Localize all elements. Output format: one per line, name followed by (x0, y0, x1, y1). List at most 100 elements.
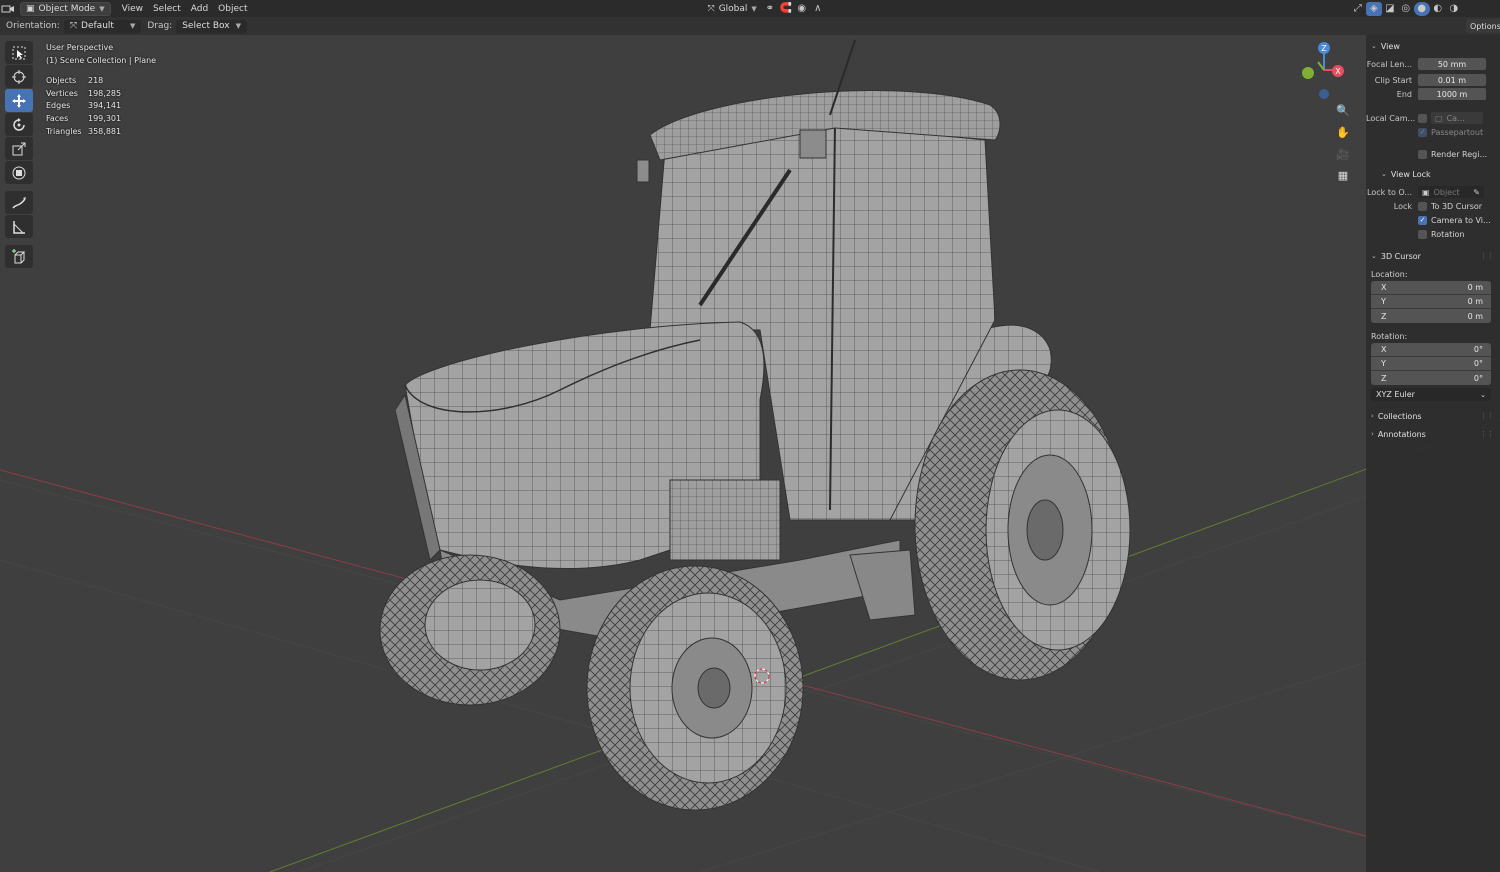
menu-add[interactable]: Add (186, 2, 213, 16)
perspective-grid-icon[interactable]: ▦ (1334, 166, 1352, 184)
eyedropper-icon[interactable]: ✎ (1473, 188, 1480, 197)
select-box-icon (12, 46, 26, 59)
proportional-edit-icon[interactable]: ◉ (794, 2, 810, 16)
passepartout-checkbox[interactable]: ✓ (1418, 127, 1427, 137)
orientation-value: Default (81, 21, 114, 31)
location-label: Location: (1371, 269, 1408, 279)
add-cube-icon (12, 248, 26, 263)
sidebar: ⌄ View Focal Len... 50 mm Clip Start 0.0… (1366, 35, 1500, 872)
render-region-checkbox[interactable] (1418, 149, 1427, 159)
scale-tool[interactable] (5, 137, 33, 160)
drag-dropdown[interactable]: Select Box ▼ (176, 19, 247, 33)
orientation-icon: ⤧ (69, 21, 78, 31)
pivot-icon[interactable]: ⚭ (762, 2, 778, 16)
editor-type-icon[interactable] (0, 2, 16, 16)
menu-select[interactable]: Select (148, 2, 186, 16)
menu-object[interactable]: Object (213, 2, 252, 16)
annotations-panel-header[interactable]: › Annotations ⋮⋮ (1366, 427, 1500, 441)
chevron-down-icon: ⌄ (1371, 252, 1377, 260)
transform-icon (12, 166, 26, 179)
lock-to-cursor-row: Lock To 3D Cursor (1393, 201, 1483, 211)
cursor-rotation-x[interactable]: X 0° (1371, 343, 1491, 357)
neg-z-axis-handle (1319, 89, 1329, 99)
shading-solid-icon[interactable]: ● (1413, 1, 1430, 16)
render-region-row: Render Regi... (1366, 147, 1500, 161)
3d-cursor-panel-header[interactable]: ⌄ 3D Cursor ⋮⋮ (1366, 249, 1500, 263)
cursor-location-y[interactable]: Y0 m (1371, 295, 1491, 309)
view-lock-panel-header[interactable]: ⌄ View Lock (1366, 167, 1500, 181)
clip-start-field[interactable]: 0.01 m (1418, 74, 1486, 86)
rotate-tool[interactable] (5, 113, 33, 136)
passepartout-row: ✓ Passepartout (1418, 127, 1484, 137)
object-icon: ▣ (1422, 187, 1430, 197)
stat-triangles: Triangles 358,881 (46, 126, 122, 136)
falloff-icon[interactable]: ∧ (810, 2, 826, 16)
clip-end-field[interactable]: 1000 m (1418, 88, 1486, 100)
camera-to-view-row: ✓ Camera to Vi... (1418, 215, 1491, 225)
orientation-dropdown[interactable]: ⤧ Default ▼ (63, 19, 142, 33)
lock-to-object-field[interactable]: ▣ Object ✎ (1418, 186, 1484, 198)
cursor-location-x[interactable]: X0 m (1371, 281, 1491, 295)
options-button[interactable]: Options (1466, 19, 1500, 33)
stat-edges: Edges 394,141 (46, 101, 122, 111)
local-camera-row: Local Cam... ▢ Ca... (1366, 111, 1500, 125)
drag-label: Drag: (147, 21, 173, 31)
overlay-toggle-icon[interactable]: ◈ (1365, 1, 1382, 16)
lock-rotation-checkbox[interactable] (1418, 229, 1427, 239)
local-camera-checkbox[interactable] (1418, 113, 1427, 123)
camera-view-icon[interactable]: 🎥 (1334, 145, 1352, 163)
shading-rendered-icon[interactable]: ◑ (1446, 2, 1462, 16)
mode-dropdown[interactable]: ▣ Object Mode ▼ (20, 1, 111, 16)
y-axis-handle (1302, 67, 1314, 79)
menu-view[interactable]: View (117, 2, 148, 16)
measure-tool[interactable] (5, 215, 33, 238)
gizmo-toggle-icon[interactable]: ⤢ (1350, 2, 1366, 16)
move-icon (12, 93, 26, 108)
clip-end-row: End 1000 m (1366, 87, 1500, 101)
collections-panel-header[interactable]: › Collections ⋮⋮ (1366, 409, 1500, 423)
to-3d-cursor-checkbox[interactable] (1418, 201, 1427, 211)
measure-icon (13, 220, 25, 234)
scale-icon (12, 142, 26, 155)
navigation-gizmo[interactable]: Z X (1294, 36, 1354, 106)
orientation-label: Global (718, 3, 748, 14)
shading-wireframe-icon[interactable]: ◎ (1398, 2, 1414, 16)
chevron-right-icon: › (1371, 430, 1374, 438)
move-tool[interactable] (5, 89, 33, 112)
drag-grip-icon[interactable]: ⋮⋮ (1480, 252, 1494, 260)
viewport-overlay-text: User Perspective (1) Scene Collection | … (46, 42, 156, 138)
rotation-mode-dropdown[interactable]: XYZ Euler ⌄ (1371, 388, 1491, 401)
cursor-rotation-y[interactable]: Y 0° (1371, 357, 1491, 371)
drag-grip-icon[interactable]: ⋮⋮ (1480, 412, 1494, 420)
3d-viewport[interactable] (0, 0, 1500, 872)
transform-orientation-dropdown[interactable]: ⤧ Global ▼ (702, 2, 761, 16)
orientation-icon: ⤧ (707, 3, 715, 14)
add-cube-tool[interactable] (5, 245, 33, 268)
cursor-tool[interactable] (5, 65, 33, 88)
pan-hand-icon[interactable]: ✋ (1334, 123, 1352, 141)
rotate-icon (13, 117, 25, 131)
xray-icon[interactable]: ◪ (1382, 2, 1398, 16)
shading-material-icon[interactable]: ◐ (1430, 2, 1446, 16)
statistics: Objects 218 Vertices 198,285 Edges 394,141 … (46, 75, 156, 138)
cursor-rotation-vector: X 0° Y 0° Z 0° (1371, 343, 1491, 385)
chevron-down-icon: ▼ (129, 22, 136, 30)
transform-tool[interactable] (5, 161, 33, 184)
view-panel-header[interactable]: ⌄ View (1366, 39, 1500, 53)
select-box-tool[interactable] (5, 41, 33, 64)
drag-grip-icon[interactable]: ⋮⋮ (1480, 430, 1494, 438)
stat-faces: Faces 199,301 (46, 113, 122, 123)
chevron-down-icon: ⌄ (1381, 170, 1387, 178)
zoom-icon[interactable]: 🔍 (1334, 101, 1352, 119)
lock-rotation-row: Rotation (1366, 227, 1500, 241)
local-camera-field[interactable]: ▢ Ca... (1431, 112, 1483, 124)
focal-length-row: Focal Len... 50 mm (1366, 57, 1500, 71)
focal-length-field[interactable]: 50 mm (1418, 58, 1486, 70)
annotate-tool[interactable] (5, 191, 33, 214)
scene-canvas (0, 39, 1500, 872)
camera-to-view-checkbox[interactable]: ✓ (1418, 215, 1427, 225)
cursor-location-z[interactable]: Z0 m (1371, 309, 1491, 323)
snap-icon[interactable]: 🧲 (778, 2, 794, 16)
z-axis-label: Z (1321, 44, 1327, 53)
cursor-rotation-z[interactable]: Z 0° (1371, 371, 1491, 385)
